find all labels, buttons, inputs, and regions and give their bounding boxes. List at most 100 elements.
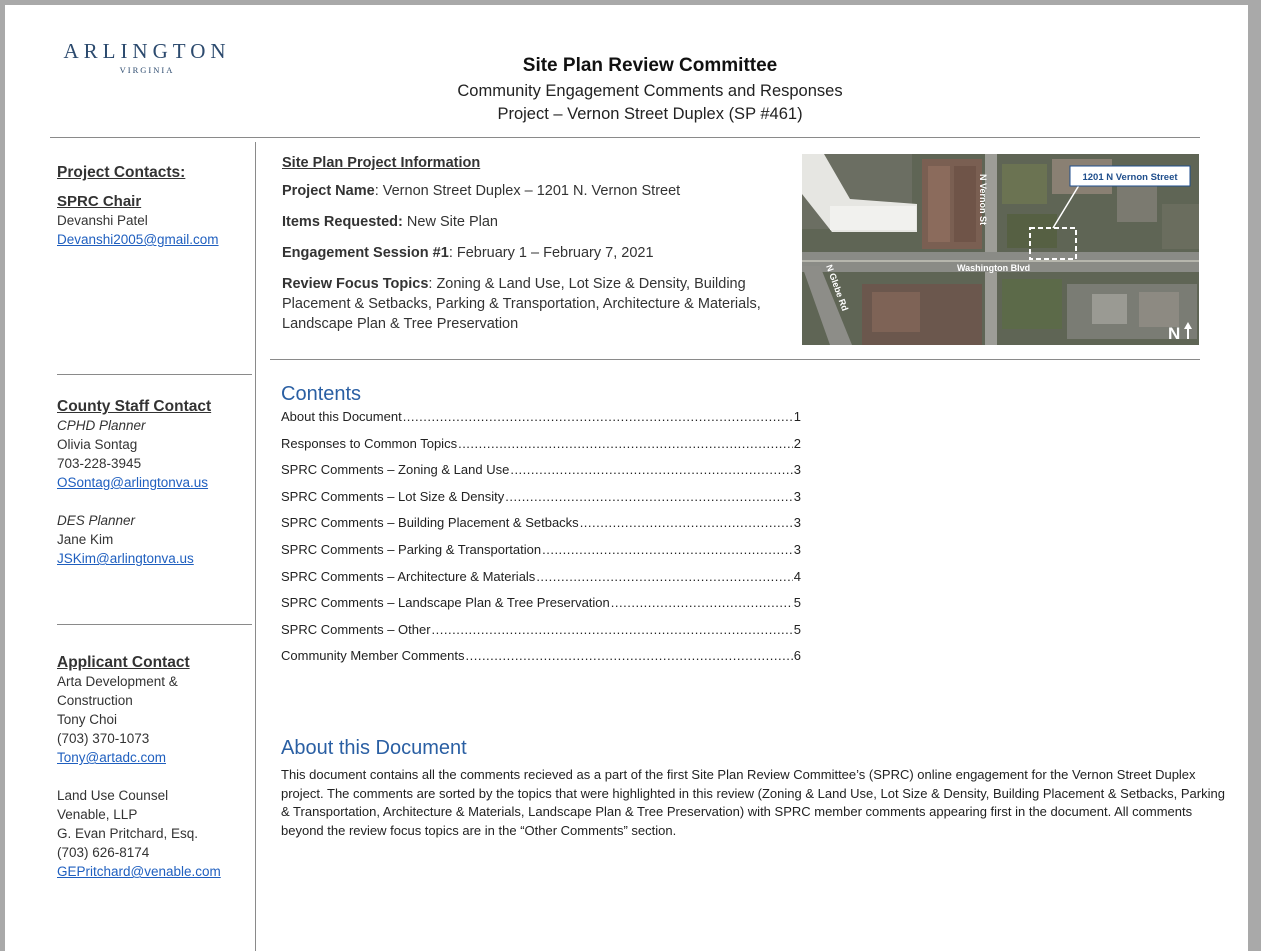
toc-leader (580, 515, 793, 530)
cphd-planner-phone: 703-228-3945 (57, 456, 142, 471)
toc-item[interactable]: About this Document 1 (281, 409, 801, 436)
focus-topics-line: Review Focus Topics: Zoning & Land Use, … (282, 274, 792, 334)
project-name-line: Project Name: Vernon Street Duplex – 120… (282, 181, 792, 201)
applicant-contact-section: Applicant Contact Arta Development & Con… (57, 653, 221, 881)
aerial-site-map: 1201 N Vernon Street N Vernon St Washing… (802, 154, 1199, 345)
items-requested-line: Items Requested: New Site Plan (282, 212, 792, 232)
cphd-planner-email-link[interactable]: OSontag@arlingtonva.us (57, 473, 211, 492)
toc-item-label: SPRC Comments – Parking & Transportation (281, 541, 542, 557)
engagement-session-value: : February 1 – February 7, 2021 (448, 245, 654, 261)
toc-item[interactable]: SPRC Comments – Other 5 (281, 622, 801, 649)
project-name-value: : Vernon Street Duplex – 1201 N. Vernon … (374, 183, 681, 199)
header-divider (50, 137, 1200, 138)
table-of-contents: About this Document 1 Responses to Common… (281, 409, 801, 675)
toc-item[interactable]: SPRC Comments – Zoning & Land Use 3 (281, 462, 801, 489)
counsel-name: G. Evan Pritchard, Esq. (57, 826, 199, 841)
toc-item[interactable]: SPRC Comments – Landscape Plan & Tree Pr… (281, 595, 801, 622)
toc-leader (432, 622, 793, 637)
project-title: Project – Vernon Street Duplex (SP #461) (497, 105, 803, 123)
project-name-label: Project Name (282, 183, 375, 199)
project-contacts-section: Project Contacts: SPRC Chair Devanshi Pa… (57, 163, 219, 249)
toc-item-page: 3 (793, 488, 801, 504)
map-street-vernon: N Vernon St (978, 174, 988, 225)
toc-item[interactable]: SPRC Comments – Building Placement & Set… (281, 515, 801, 542)
counsel-email-link[interactable]: GEPritchard@venable.com (57, 862, 221, 881)
toc-item-label: About this Document (281, 409, 402, 424)
toc-item-page: 3 (793, 515, 801, 531)
engagement-session-label: Engagement Session #1 (282, 245, 449, 261)
cphd-planner-name: Olivia Sontag (57, 437, 138, 452)
des-planner-role: DES Planner (57, 513, 136, 528)
applicant-company-line2: Construction (57, 693, 133, 708)
counsel-phone: (703) 626-8174 (57, 845, 150, 860)
sidebar-separator (57, 624, 252, 625)
sprc-chair-name: Devanshi Patel (57, 213, 148, 228)
document-subtitle: Community Engagement Comments and Respon… (457, 82, 843, 100)
aerial-map-graphic: 1201 N Vernon Street N Vernon St Washing… (802, 154, 1199, 345)
toc-leader (611, 595, 793, 610)
cphd-planner-role: CPHD Planner (57, 418, 146, 433)
project-info-section: Site Plan Project Information Project Na… (282, 155, 792, 345)
counsel-label: Land Use Counsel (57, 788, 169, 803)
arlington-logo: ARLINGTON VIRGINIA (57, 39, 237, 75)
applicant-name: Tony Choi (57, 712, 118, 727)
focus-topics-label: Review Focus Topics (282, 276, 429, 292)
toc-item-label: SPRC Comments – Architecture & Materials (281, 568, 536, 584)
toc-item-page: 5 (793, 621, 801, 637)
project-contacts-heading: Project Contacts: (57, 164, 186, 181)
toc-item[interactable]: SPRC Comments – Parking & Transportation… (281, 542, 801, 569)
toc-item-label: SPRC Comments – Landscape Plan & Tree Pr… (281, 595, 610, 611)
applicant-company-line1: Arta Development & (57, 674, 178, 689)
toc-item-label: Responses to Common Topics (281, 435, 458, 451)
engagement-session-line: Engagement Session #1: February 1 – Febr… (282, 243, 792, 263)
toc-leader (466, 648, 793, 663)
toc-item-page: 3 (793, 541, 801, 557)
toc-item[interactable]: Community Member Comments 6 (281, 648, 801, 675)
toc-item-page: 3 (793, 462, 801, 478)
document-header: Site Plan Review Committee Community Eng… (335, 55, 965, 124)
toc-item-label: Community Member Comments (281, 648, 465, 664)
counsel-firm: Venable, LLP (57, 807, 138, 822)
toc-item-label: SPRC Comments – Zoning & Land Use (281, 462, 510, 478)
items-requested-value: New Site Plan (402, 214, 498, 230)
applicant-email-link[interactable]: Tony@artadc.com (57, 748, 221, 767)
about-paragraph: This document contains all the comments … (281, 767, 1225, 839)
applicant-contact-heading: Applicant Contact (57, 654, 190, 671)
toc-item-label: SPRC Comments – Lot Size & Density (281, 488, 505, 504)
north-arrow-label: N (1168, 324, 1180, 343)
toc-leader (536, 569, 792, 584)
logo-wordmark: ARLINGTON (63, 39, 231, 63)
county-staff-heading: County Staff Contact (57, 398, 212, 415)
sprc-chair-label: SPRC Chair (57, 193, 142, 210)
toc-item-label: SPRC Comments – Other (281, 621, 431, 637)
section-divider (270, 359, 1200, 360)
toc-leader (510, 462, 792, 477)
toc-item-label: SPRC Comments – Building Placement & Set… (281, 515, 579, 531)
des-planner-email-link[interactable]: JSKim@arlingtonva.us (57, 549, 211, 568)
toc-leader (505, 489, 793, 504)
document-page: ARLINGTON VIRGINIA Site Plan Review Comm… (5, 5, 1248, 951)
sidebar-separator (57, 374, 252, 375)
toc-item[interactable]: SPRC Comments – Lot Size & Density 3 (281, 489, 801, 516)
contents-heading: Contents (281, 383, 362, 405)
toc-item-page: 4 (793, 568, 801, 584)
toc-item[interactable]: Responses to Common Topics 2 (281, 436, 801, 463)
toc-item-page: 1 (793, 409, 801, 424)
toc-leader (542, 542, 793, 557)
items-requested-label: Items Requested: (282, 214, 403, 230)
logo-subtitle: VIRGINIA (119, 65, 175, 75)
des-planner-name: Jane Kim (57, 532, 114, 547)
map-street-washington: Washington Blvd (957, 263, 1030, 273)
sprc-chair-email-link[interactable]: Devanshi2005@gmail.com (57, 230, 219, 249)
toc-item-page: 2 (793, 435, 801, 451)
sidebar-divider (255, 142, 256, 951)
document-title: Site Plan Review Committee (522, 55, 778, 76)
toc-item-page: 6 (793, 648, 801, 664)
toc-leader (403, 409, 793, 424)
map-callout-label: 1201 N Vernon Street (1082, 172, 1178, 183)
county-staff-section: County Staff Contact CPHD Planner Olivia… (57, 397, 211, 568)
toc-leader (458, 436, 793, 451)
toc-item[interactable]: SPRC Comments – Architecture & Materials… (281, 569, 801, 596)
toc-item-page: 5 (793, 595, 801, 611)
project-info-heading: Site Plan Project Information (282, 155, 481, 171)
